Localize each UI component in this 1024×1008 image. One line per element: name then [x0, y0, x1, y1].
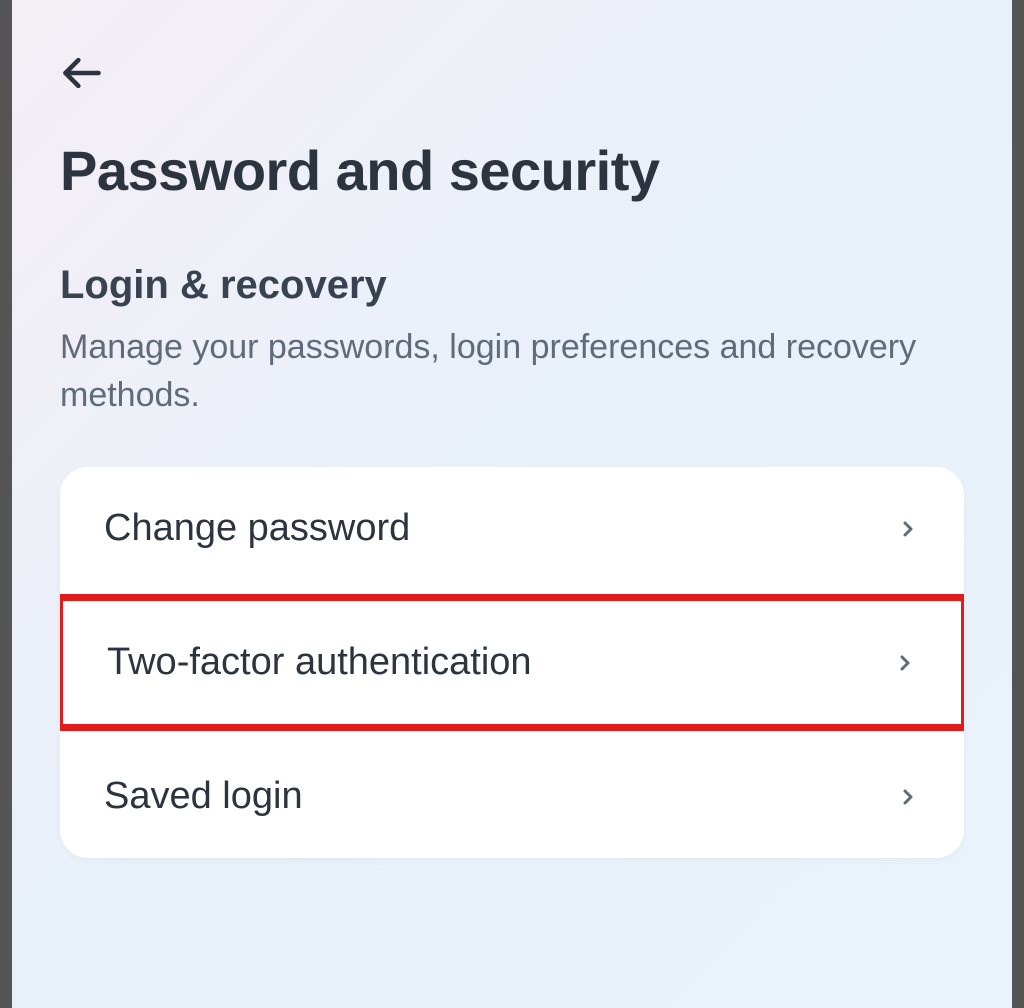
list-item-label: Saved login	[104, 775, 303, 818]
highlight-annotation: Two-factor authentication	[60, 594, 964, 731]
two-factor-auth-item[interactable]: Two-factor authentication	[63, 601, 961, 724]
saved-login-item[interactable]: Saved login	[60, 735, 964, 858]
change-password-item[interactable]: Change password	[60, 467, 964, 590]
list-item-label: Change password	[104, 507, 410, 550]
chevron-right-icon	[893, 651, 917, 675]
section-title: Login & recovery	[60, 263, 964, 308]
chevron-right-icon	[896, 785, 920, 809]
section-description: Manage your passwords, login preferences…	[60, 324, 964, 419]
back-button[interactable]	[60, 48, 110, 98]
arrow-left-icon	[60, 51, 104, 95]
settings-card: Change password Two-factor authenticatio…	[60, 467, 964, 858]
chevron-right-icon	[896, 517, 920, 541]
page-title: Password and security	[60, 138, 964, 203]
list-item-label: Two-factor authentication	[107, 641, 532, 684]
settings-page: Password and security Login & recovery M…	[12, 0, 1012, 858]
